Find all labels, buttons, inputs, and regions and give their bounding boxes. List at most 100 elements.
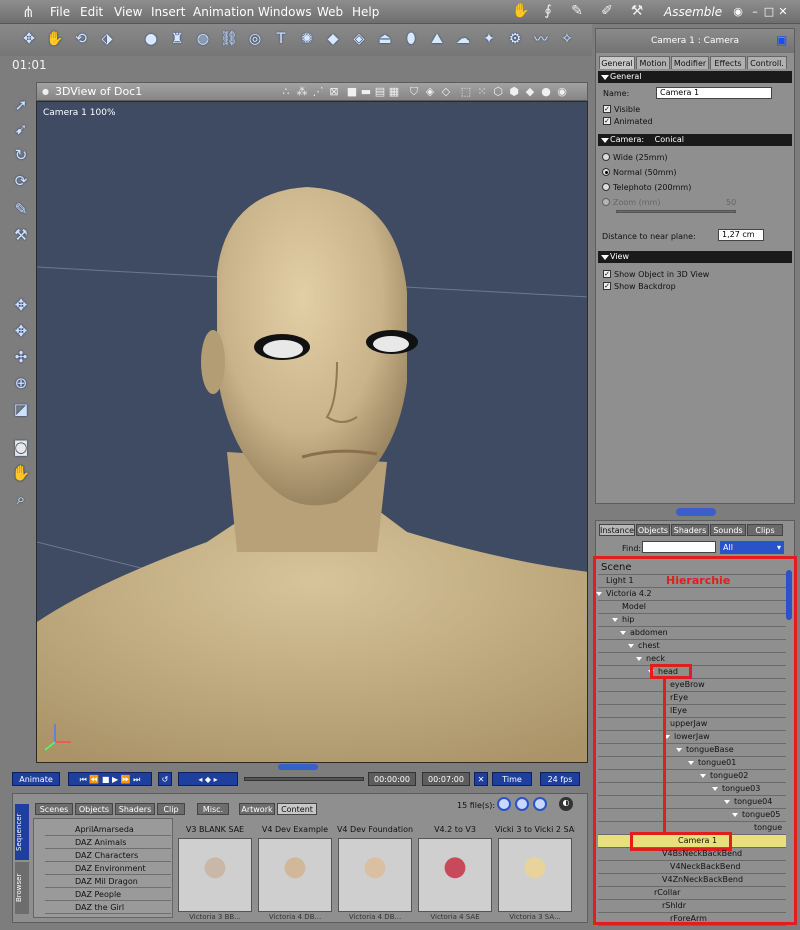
pan-hand-icon[interactable]: ✋ xyxy=(10,462,32,484)
eye-icon[interactable]: ◉ xyxy=(731,5,745,18)
3d-viewport[interactable]: Camera 1 100% xyxy=(36,101,588,763)
translate-xz-icon[interactable]: ✥ xyxy=(10,294,32,316)
library-item[interactable]: DAZ Characters xyxy=(45,850,171,862)
sdk-icon[interactable]: ⚙ xyxy=(504,27,526,51)
terrain-icon[interactable]: ⛰ xyxy=(426,27,448,51)
twist-tool-icon[interactable]: ⟳ xyxy=(10,170,32,192)
tab-scenes[interactable]: Scenes xyxy=(35,803,73,815)
hand-tool-icon[interactable]: ✋ xyxy=(44,27,66,51)
menu-help[interactable]: Help xyxy=(352,5,379,19)
menu-edit[interactable]: Edit xyxy=(80,5,103,19)
lens-wide-radio[interactable] xyxy=(602,153,610,161)
content-item-thumbnail[interactable] xyxy=(258,838,332,912)
layout-three-icon[interactable]: ▤ xyxy=(373,85,387,99)
close-icon[interactable]: ✕ xyxy=(776,5,790,18)
light-icon[interactable]: ✦ xyxy=(478,27,500,51)
box-lines-icon[interactable]: ⬡ xyxy=(491,85,505,99)
translate-y-icon[interactable]: ✣ xyxy=(10,346,32,368)
general-section-header[interactable]: General xyxy=(598,71,792,83)
tab-effects[interactable]: Effects xyxy=(710,56,746,69)
pose-room-icon[interactable]: ∮ xyxy=(537,3,559,21)
timeline-splitter[interactable] xyxy=(278,764,318,770)
view-section-header[interactable]: View xyxy=(598,251,792,263)
camera-icon[interactable]: ◙ xyxy=(10,436,32,458)
zoom-slider[interactable] xyxy=(616,210,736,213)
maximize-icon[interactable]: □ xyxy=(762,5,776,18)
shield-icon[interactable]: ⛉ xyxy=(407,85,421,99)
tree-scrollbar[interactable] xyxy=(786,570,792,620)
text-icon[interactable]: T xyxy=(270,27,292,51)
tab-shaders[interactable]: Shaders xyxy=(671,524,709,536)
playback-controls[interactable]: ⏮ ⏪ ■ ▶ ⏩ ⏭ xyxy=(68,772,152,786)
pen-tool-icon[interactable]: ✎ xyxy=(10,198,32,220)
water-icon[interactable]: 〰 xyxy=(530,27,552,51)
viewport-menu-icon[interactable]: ● xyxy=(42,87,49,96)
current-time-field[interactable]: 00:00:00 xyxy=(368,772,416,786)
view-large-icon[interactable] xyxy=(497,797,511,811)
wireframe-icon[interactable]: ⊠ xyxy=(327,85,341,99)
paint-tool-icon[interactable]: ⬗ xyxy=(96,27,118,51)
particles-icon[interactable]: ✺ xyxy=(296,27,318,51)
menu-file[interactable]: File xyxy=(50,5,70,19)
box-wire-icon[interactable]: ⬚ xyxy=(459,85,473,99)
translate-xy-icon[interactable]: ✥ xyxy=(10,320,32,342)
render-room-icon[interactable]: ⚒ xyxy=(626,3,648,21)
time-scrubber[interactable] xyxy=(244,777,364,781)
find-input[interactable] xyxy=(642,541,716,553)
content-item-thumbnail[interactable] xyxy=(498,838,572,912)
move-tool-icon[interactable]: ✥ xyxy=(18,27,40,51)
sphere-texture-icon[interactable]: ◉ xyxy=(555,85,569,99)
content-item-thumbnail[interactable] xyxy=(178,838,252,912)
view-small-icon[interactable] xyxy=(515,797,529,811)
camera-type-value[interactable]: Conical xyxy=(655,135,684,144)
render-mode-icon[interactable]: ∴ xyxy=(279,85,293,99)
menu-windows[interactable]: Windows xyxy=(258,5,312,19)
content-item-thumbnail[interactable] xyxy=(418,838,492,912)
orbit-icon[interactable]: ⊕ xyxy=(10,372,32,394)
library-item[interactable]: DAZ Animals xyxy=(45,837,171,849)
lens-zoom-radio[interactable] xyxy=(602,198,610,206)
tab-content-objects[interactable]: Objects xyxy=(75,803,113,815)
animate-button[interactable]: Animate xyxy=(12,772,60,786)
box-shaded-icon[interactable]: ◆ xyxy=(523,85,537,99)
wrench-tool-icon[interactable]: ⚒ xyxy=(10,224,32,246)
tab-content-shaders[interactable]: Shaders xyxy=(115,803,155,815)
layout-single-icon[interactable]: ■ xyxy=(345,85,359,99)
lathe-icon[interactable]: ♜ xyxy=(166,27,188,51)
hand-room-icon[interactable]: ✋ xyxy=(510,3,532,21)
camera-cube-icon[interactable]: ◪ xyxy=(10,398,32,420)
tab-objects[interactable]: Objects xyxy=(636,524,670,536)
minimize-icon[interactable]: – xyxy=(748,5,762,18)
torus-icon[interactable]: ◎ xyxy=(244,27,266,51)
tab-clips[interactable]: Clips xyxy=(747,524,783,536)
sphere-shaded-icon[interactable]: ● xyxy=(539,85,553,99)
tab-motion[interactable]: Motion xyxy=(636,56,670,69)
lens-normal-radio[interactable] xyxy=(602,168,610,176)
material-room-icon[interactable]: ✐ xyxy=(596,3,618,21)
menu-web[interactable]: Web xyxy=(317,5,343,19)
side-tab-browser[interactable]: Browser xyxy=(15,862,29,914)
tab-controllers[interactable]: Controll. xyxy=(747,56,787,69)
filter-select[interactable]: All ▾ xyxy=(720,541,784,554)
end-time-field[interactable]: 00:07:00 xyxy=(422,772,470,786)
library-item[interactable]: AprilAmarseda xyxy=(45,824,171,836)
tab-instance[interactable]: Instance xyxy=(599,524,635,536)
view-list-icon[interactable] xyxy=(533,797,547,811)
camera-section-header[interactable]: Camera: Conical xyxy=(598,134,792,146)
box-solid-icon[interactable]: ⬢ xyxy=(507,85,521,99)
show-object-checkbox[interactable]: ✓ xyxy=(603,270,611,278)
tab-general[interactable]: General xyxy=(599,56,635,69)
loop-icon[interactable]: ↺ xyxy=(158,772,172,786)
tab-artwork[interactable]: Artwork xyxy=(239,803,275,815)
fps-select[interactable]: 24 fps xyxy=(540,772,580,786)
wand-icon[interactable]: ✧ xyxy=(556,27,578,51)
sky-icon[interactable]: ☁ xyxy=(452,27,474,51)
menu-animation[interactable]: Animation xyxy=(193,5,254,19)
layout-four-icon[interactable]: ▦ xyxy=(387,85,401,99)
near-plane-field[interactable]: 1,27 cm xyxy=(718,229,764,241)
visible-checkbox[interactable]: ✓ xyxy=(603,105,611,113)
app-logo-icon[interactable]: ⋔ xyxy=(22,3,42,21)
globe-icon[interactable]: ◍ xyxy=(192,27,214,51)
extrude-icon[interactable]: ⛓ xyxy=(218,27,240,51)
rotate-tool-icon[interactable]: ↻ xyxy=(10,144,32,166)
